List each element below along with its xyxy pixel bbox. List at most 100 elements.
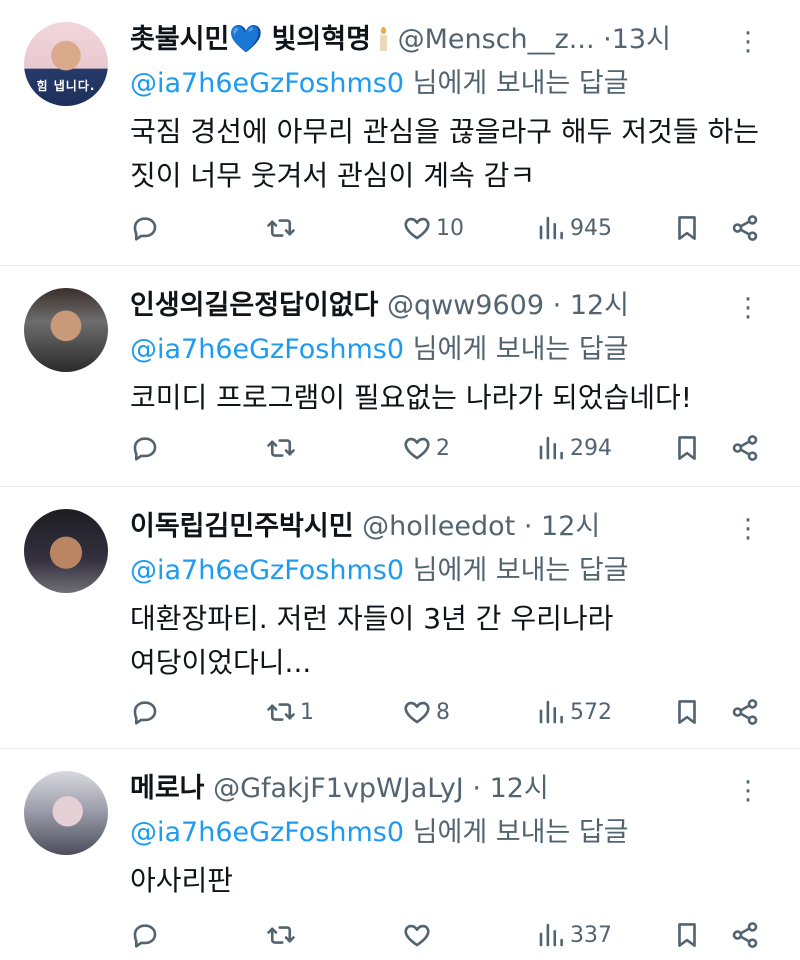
action-bar: 2 294 (130, 428, 780, 468)
reply-feed: 힘 냅니다. 촛불시민💙 빛의혁명 @Mensch__z... ·13시 · · ·… (0, 0, 800, 960)
reply-tweet[interactable]: 인생의길은정답이없다 @qww9609 · 12시 · · · @ia7h6eGzF… (0, 266, 800, 487)
more-options-icon[interactable]: · · · (738, 508, 758, 552)
heart-icon (404, 437, 430, 460)
retweet-count: 1 (300, 699, 314, 725)
separator-dot: · (603, 24, 612, 55)
share-icon (732, 215, 758, 241)
separator-dot: · (523, 511, 533, 542)
tweet-text-line: 아사리판 (130, 864, 234, 897)
more-options-icon[interactable]: · · · (738, 21, 758, 65)
share-button[interactable] (730, 915, 760, 955)
mention-link[interactable]: @ia7h6eGzFoshms0 (130, 334, 404, 365)
bookmark-button[interactable] (672, 915, 702, 955)
views-chart-icon (539, 700, 563, 724)
bookmark-icon (678, 923, 696, 947)
candle-icon (377, 27, 389, 51)
retweet-button[interactable] (266, 428, 300, 468)
display-name-suffix[interactable]: 빛의혁명 (272, 24, 371, 55)
like-button[interactable]: 2 (402, 428, 450, 468)
like-button[interactable] (402, 915, 436, 955)
views-button[interactable]: 337 (536, 915, 612, 955)
reply-context: @ia7h6eGzFoshms0 님에게 보내는 답글 (130, 332, 629, 368)
tweet-text-line: 짓이 너무 웃겨서 관심이 계속 감ㅋ (130, 159, 536, 192)
heart-icon (404, 701, 430, 724)
tweet-text-line: 대환장파티. 저런 자들이 3년 간 우리나라 (130, 602, 614, 635)
mention-link[interactable]: @ia7h6eGzFoshms0 (130, 555, 404, 586)
view-count: 337 (570, 922, 612, 948)
blue-heart-icon: 💙 (229, 24, 263, 55)
reply-to-label: 님에게 보내는 답글 (412, 817, 629, 848)
display-name[interactable]: 이독립김민주박시민 (130, 511, 354, 542)
tweet-header: 메로나 @GfakjF1vpWJaLyJ · 12시 (130, 771, 740, 807)
tweet-text: 아사리판 (130, 859, 770, 903)
heart-icon (404, 217, 430, 240)
timestamp[interactable]: 12시 (490, 773, 549, 804)
mention-link[interactable]: @ia7h6eGzFoshms0 (130, 68, 404, 99)
reply-tweet[interactable]: 이독립김민주박시민 @holleedot · 12시 · · · @ia7h6eGz… (0, 487, 800, 749)
tweet-header: 촛불시민💙 빛의혁명 @Mensch__z... ·13시 (130, 22, 740, 58)
user-handle[interactable]: @qww9609 (387, 290, 544, 321)
views-chart-icon (539, 436, 563, 460)
views-button[interactable]: 945 (536, 208, 612, 248)
bookmark-icon (678, 436, 696, 460)
reply-to-label: 님에게 보내는 답글 (412, 334, 629, 365)
tweet-text: 대환장파티. 저런 자들이 3년 간 우리나라 여당이었다니... (130, 597, 770, 685)
share-button[interactable] (730, 208, 760, 248)
more-options-icon[interactable]: · · · (738, 770, 758, 814)
timestamp[interactable]: 12시 (541, 511, 600, 542)
retweet-icon (267, 926, 295, 944)
avatar[interactable] (24, 509, 108, 593)
reply-tweet[interactable]: 메로나 @GfakjF1vpWJaLyJ · 12시 · · · @ia7h6eGz… (0, 749, 800, 960)
view-count: 294 (570, 435, 612, 461)
timestamp[interactable]: 13시 (612, 24, 671, 55)
share-icon (732, 699, 758, 725)
reply-context: @ia7h6eGzFoshms0 님에게 보내는 답글 (130, 66, 629, 102)
retweet-icon (267, 703, 295, 721)
bookmark-icon (678, 216, 696, 240)
tweet-header: 인생의길은정답이없다 @qww9609 · 12시 (130, 288, 740, 324)
user-handle[interactable]: @holleedot (362, 511, 515, 542)
display-name[interactable]: 촛불시민 (130, 24, 229, 55)
reply-button[interactable] (130, 208, 160, 248)
display-name[interactable]: 메로나 (130, 773, 205, 804)
reply-icon (133, 924, 157, 948)
like-count: 8 (436, 699, 450, 725)
like-button[interactable]: 8 (402, 692, 450, 732)
user-handle[interactable]: @GfakjF1vpWJaLyJ (213, 773, 464, 804)
reply-context: @ia7h6eGzFoshms0 님에게 보내는 답글 (130, 553, 629, 589)
action-bar: 1 8 572 (130, 692, 780, 732)
bookmark-button[interactable] (672, 208, 702, 248)
display-name[interactable]: 인생의길은정답이없다 (130, 290, 378, 321)
timestamp[interactable]: 12시 (570, 290, 629, 321)
avatar[interactable] (24, 288, 108, 372)
mention-link[interactable]: @ia7h6eGzFoshms0 (130, 817, 404, 848)
reply-button[interactable] (130, 915, 160, 955)
retweet-button[interactable]: 1 (266, 692, 314, 732)
share-button[interactable] (730, 692, 760, 732)
views-button[interactable]: 294 (536, 428, 612, 468)
reply-tweet[interactable]: 힘 냅니다. 촛불시민💙 빛의혁명 @Mensch__z... ·13시 · · ·… (0, 0, 800, 266)
user-handle[interactable]: @Mensch__z... (398, 24, 595, 55)
bookmark-button[interactable] (672, 692, 702, 732)
tweet-text: 국짐 경선에 아무리 관심을 끊을라구 해두 저것들 하는 짓이 너무 웃겨서 … (130, 110, 770, 198)
reply-to-label: 님에게 보내는 답글 (412, 555, 629, 586)
avatar[interactable]: 힘 냅니다. (24, 22, 108, 106)
share-icon (732, 435, 758, 461)
action-bar: 10 945 (130, 208, 780, 248)
retweet-button[interactable] (266, 208, 300, 248)
avatar[interactable] (24, 771, 108, 855)
views-button[interactable]: 572 (536, 692, 612, 732)
reply-icon (133, 701, 157, 725)
like-button[interactable]: 10 (402, 208, 464, 248)
bookmark-button[interactable] (672, 428, 702, 468)
share-icon (732, 922, 758, 948)
separator-dot: · (552, 290, 562, 321)
retweet-button[interactable] (266, 915, 300, 955)
avatar-caption: 힘 냅니다. (36, 79, 96, 93)
heart-icon (404, 924, 430, 947)
reply-button[interactable] (130, 428, 160, 468)
share-button[interactable] (730, 428, 760, 468)
reply-button[interactable] (130, 692, 160, 732)
reply-icon (133, 217, 157, 241)
more-options-icon[interactable]: · · · (738, 287, 758, 331)
